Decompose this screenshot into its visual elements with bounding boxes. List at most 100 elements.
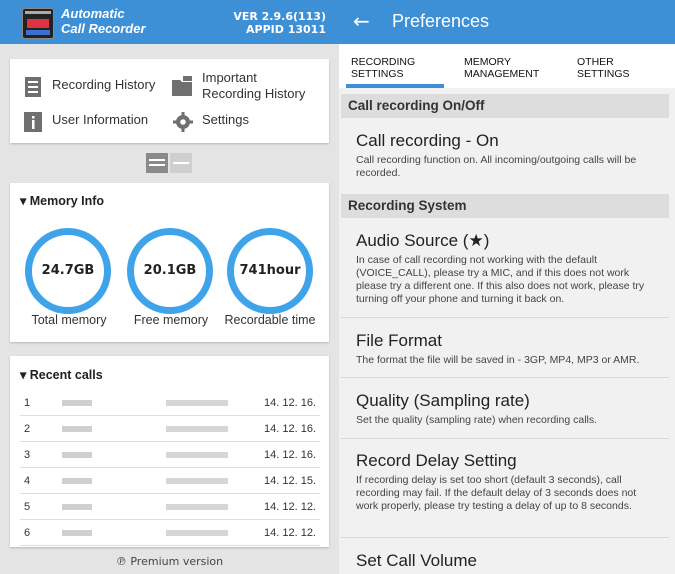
blurred-name xyxy=(62,452,92,458)
pref-title: Quality (Sampling rate) xyxy=(356,391,530,410)
pref-title: Record Delay Setting xyxy=(356,451,517,470)
recordable-time-label: Recordable time xyxy=(224,313,316,327)
call-date: 14. 12. 16. xyxy=(264,397,316,409)
pref-quality[interactable]: Quality (Sampling rate) Set the quality … xyxy=(356,391,659,427)
back-arrow-icon[interactable]: ← xyxy=(353,10,373,32)
app-title-line1: Automatic xyxy=(61,6,125,21)
tab-memory-management-line1: MEMORY xyxy=(464,56,512,68)
main-panel: Automatic Call Recorder VER 2.9.6(113) A… xyxy=(0,0,339,574)
call-index: 2 xyxy=(24,423,31,435)
tab-other-settings[interactable]: OTHER SETTINGS xyxy=(577,56,630,80)
divider xyxy=(341,438,669,439)
free-memory-gauge: 20.1GB xyxy=(127,228,213,314)
main-menu: Recording History Important Recording Hi… xyxy=(10,59,329,143)
menu-important-label-1: Important xyxy=(202,70,257,85)
pref-title: Audio Source (★) xyxy=(356,231,490,250)
app-logo xyxy=(22,8,54,39)
blurred-number xyxy=(166,530,228,536)
pref-record-delay[interactable]: Record Delay Setting If recording delay … xyxy=(356,451,659,513)
memory-info-title: Memory Info xyxy=(29,194,105,208)
menu-important-label-2: Recording History xyxy=(202,86,306,101)
tab-other-settings-line1: OTHER xyxy=(577,56,614,68)
total-memory-gauge: 24.7GB xyxy=(25,228,111,314)
category-recording-system: Recording System xyxy=(341,194,669,218)
menu-settings-label: Settings xyxy=(202,112,249,127)
pref-title: Call recording - On xyxy=(356,131,499,150)
call-row[interactable]: 5 14. 12. 12. xyxy=(20,495,320,520)
blurred-name xyxy=(62,400,92,406)
page-indicator-inactive[interactable] xyxy=(170,153,192,173)
blurred-name xyxy=(62,478,92,484)
blurred-number xyxy=(166,504,228,510)
active-tab-indicator xyxy=(346,84,444,88)
blurred-name xyxy=(62,504,92,510)
blurred-number xyxy=(166,426,228,432)
folder-icon xyxy=(172,76,192,96)
call-row[interactable]: 3 14. 12. 16. xyxy=(20,443,320,468)
pref-summary: Call recording function on. All incoming… xyxy=(356,154,637,179)
recent-calls-header[interactable]: ▾ Recent calls xyxy=(20,367,103,382)
tab-recording-settings-line2: SETTINGS xyxy=(351,68,404,80)
blurred-name xyxy=(62,426,92,432)
pref-summary: In case of call recording not working wi… xyxy=(356,254,645,305)
tab-memory-management-line2: MANAGEMENT xyxy=(464,68,540,80)
call-index: 3 xyxy=(24,449,31,461)
pref-summary: Set the quality (sampling rate) when rec… xyxy=(356,414,598,426)
version-text: VER 2.9.6(113) xyxy=(233,10,326,23)
call-index: 4 xyxy=(24,475,31,487)
call-row[interactable]: 1 14. 12. 16. xyxy=(20,391,320,416)
version-info: VER 2.9.6(113) APPID 13011 xyxy=(233,10,326,36)
menu-recording-history-label: Recording History xyxy=(52,77,156,92)
blurred-number xyxy=(166,452,228,458)
app-title: Automatic Call Recorder xyxy=(61,6,146,36)
category-call-recording: Call recording On/Off xyxy=(341,94,669,118)
premium-version-link[interactable]: ℗ Premium version xyxy=(0,555,339,568)
info-icon xyxy=(24,112,42,132)
call-index: 5 xyxy=(24,501,31,513)
recent-calls-title: Recent calls xyxy=(29,368,103,382)
preferences-header: ← Preferences xyxy=(339,0,675,44)
divider xyxy=(341,317,669,318)
preferences-panel: ← Preferences RECORDING SETTINGS MEMORY … xyxy=(339,0,675,574)
call-row[interactable]: 2 14. 12. 16. xyxy=(20,417,320,442)
blurred-number xyxy=(166,478,228,484)
call-date: 14. 12. 16. xyxy=(264,423,316,435)
tab-other-settings-line2: SETTINGS xyxy=(577,68,630,80)
pref-audio-source[interactable]: Audio Source (★) In case of call recordi… xyxy=(356,231,659,306)
blurred-number xyxy=(166,400,228,406)
pref-summary: If recording delay is set too short (def… xyxy=(356,474,637,512)
pref-summary: The format the file will be saved in - 3… xyxy=(356,354,640,366)
pref-file-format[interactable]: File Format The format the file will be … xyxy=(356,331,659,367)
blurred-name xyxy=(62,530,92,536)
call-index: 6 xyxy=(24,527,31,539)
recordable-time-gauge: 741hour xyxy=(227,228,313,314)
preferences-tabs: RECORDING SETTINGS MEMORY MANAGEMENT OTH… xyxy=(339,44,675,88)
pref-call-recording[interactable]: Call recording - On Call recording funct… xyxy=(356,131,659,180)
call-index: 1 xyxy=(24,397,31,409)
app-header: Automatic Call Recorder VER 2.9.6(113) A… xyxy=(0,0,339,44)
list-icon xyxy=(25,77,41,97)
recent-calls-card: ▾ Recent calls 1 14. 12. 16. 2 14. 12. 16.… xyxy=(10,356,329,547)
call-date: 14. 12. 15. xyxy=(264,475,316,487)
divider xyxy=(341,537,669,538)
preferences-title: Preferences xyxy=(392,11,490,31)
tab-memory-management[interactable]: MEMORY MANAGEMENT xyxy=(464,56,539,80)
tab-recording-settings-line1: RECORDING xyxy=(351,56,416,68)
memory-info-card: ▾ Memory Info 24.7GB Total memory 20.1GB… xyxy=(10,183,329,342)
gear-icon xyxy=(173,112,193,132)
free-memory-label: Free memory xyxy=(133,313,209,327)
menu-user-information-label: User Information xyxy=(52,112,149,127)
pref-set-call-volume[interactable]: Set Call Volume xyxy=(356,551,659,571)
divider xyxy=(341,377,669,378)
call-row[interactable]: 4 14. 12. 15. xyxy=(20,469,320,494)
tab-recording-settings[interactable]: RECORDING SETTINGS xyxy=(351,56,415,80)
page-indicator-active[interactable] xyxy=(146,153,168,173)
app-title-line2: Call Recorder xyxy=(61,21,146,36)
total-memory-label: Total memory xyxy=(31,313,107,327)
call-date: 14. 12. 12. xyxy=(264,501,316,513)
call-date: 14. 12. 16. xyxy=(264,449,316,461)
call-row[interactable]: 6 14. 12. 12. xyxy=(20,521,320,546)
pref-title: File Format xyxy=(356,331,442,350)
call-date: 14. 12. 12. xyxy=(264,527,316,539)
memory-info-header[interactable]: ▾ Memory Info xyxy=(20,193,104,208)
